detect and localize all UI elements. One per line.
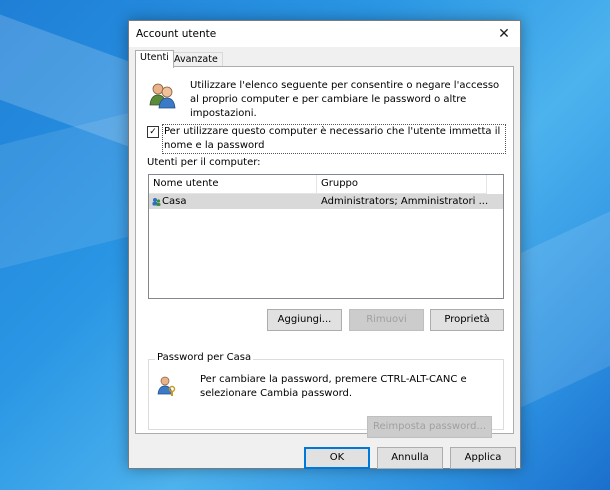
title-bar[interactable]: Account utente ✕ — [129, 21, 520, 47]
properties-button[interactable]: Proprietà — [430, 309, 504, 331]
table-row[interactable]: Casa Administrators; Amministratori ... — [149, 194, 503, 209]
column-header-group[interactable]: Gruppo — [317, 175, 487, 193]
apply-button[interactable]: Applica — [450, 447, 516, 469]
cancel-button[interactable]: Annulla — [377, 447, 443, 469]
reset-password-button[interactable]: Reimposta password... — [367, 416, 492, 438]
require-password-label[interactable]: Per utilizzare questo computer è necessa… — [162, 124, 506, 154]
account-dialog: Account utente ✕ Utenti Avanzate Utilizz… — [128, 20, 521, 469]
window-title: Account utente — [136, 28, 217, 40]
cell-group: Administrators; Amministratori ... — [321, 196, 489, 207]
close-icon[interactable]: ✕ — [494, 24, 514, 44]
users-panel: Utilizzare l'elenco seguente per consent… — [135, 66, 514, 438]
remove-user-button[interactable]: Rimuovi — [349, 309, 424, 331]
tab-utenti-label: Utenti — [140, 52, 169, 63]
users-icon — [149, 83, 176, 109]
require-password-checkbox[interactable]: ✓ — [147, 126, 159, 138]
tab-utenti[interactable]: Utenti — [135, 50, 174, 68]
cell-username: Casa — [162, 196, 187, 207]
user-key-icon — [157, 376, 176, 396]
add-user-button[interactable]: Aggiungi... — [267, 309, 342, 331]
users-listview[interactable]: Nome utente Gruppo Casa Administrators; … — [148, 174, 504, 299]
intro-text: Utilizzare l'elenco seguente per consent… — [190, 80, 500, 119]
tab-avanzate[interactable]: Avanzate — [169, 52, 223, 67]
column-header-username[interactable]: Nome utente — [149, 175, 317, 193]
ok-button[interactable]: OK — [304, 447, 370, 469]
tab-avanzate-label: Avanzate — [174, 54, 218, 65]
user-icon — [152, 198, 161, 206]
list-header: Nome utente Gruppo — [149, 175, 487, 194]
password-group-legend: Password per Casa — [155, 352, 254, 363]
password-instructions: Per cambiare la password, premere CTRL-A… — [200, 374, 467, 399]
users-list-label: Utenti per il computer: — [147, 157, 261, 168]
